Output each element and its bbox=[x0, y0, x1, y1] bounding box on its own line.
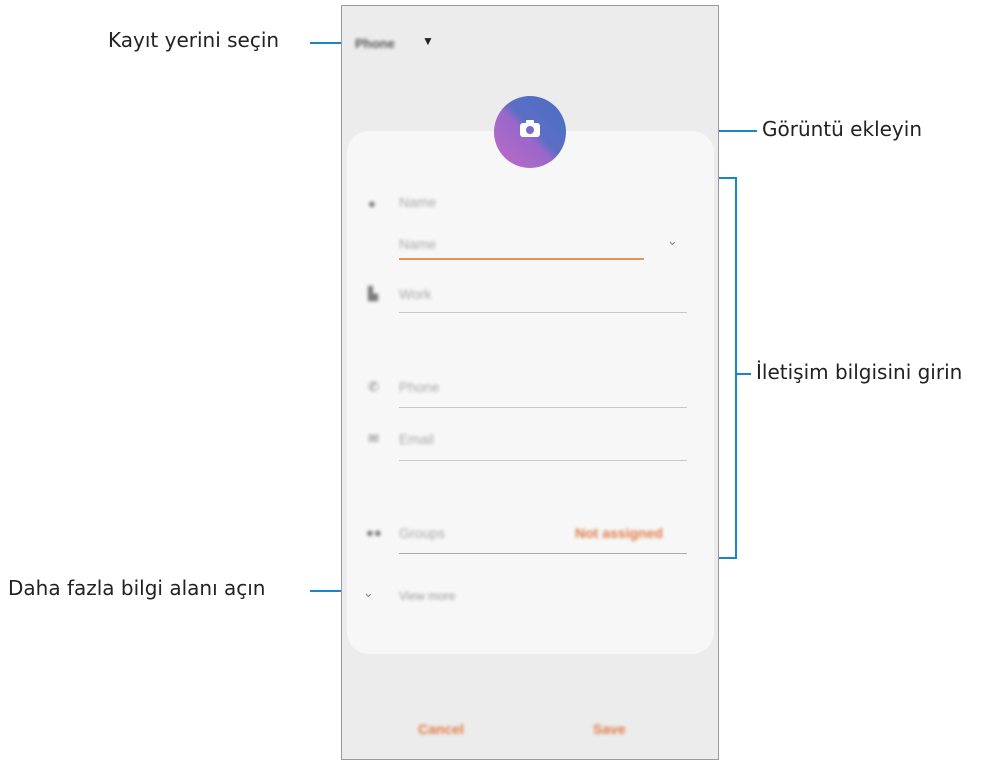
view-more-link[interactable]: View more bbox=[399, 589, 455, 603]
callout-contact-info: İletişim bilgisini girin bbox=[756, 360, 963, 384]
email-input[interactable]: Email bbox=[399, 431, 434, 447]
cancel-button[interactable]: Cancel bbox=[418, 721, 464, 737]
callout-image: Görüntü ekleyin bbox=[762, 117, 922, 141]
camera-icon bbox=[520, 120, 540, 137]
groups-label: Groups bbox=[399, 525, 445, 541]
work-input[interactable]: Work bbox=[399, 286, 431, 302]
contact-form-card: ● Name Name ⌄ ▙ Work ✆ Phone ✉ Email ●● … bbox=[347, 131, 714, 654]
storage-selector[interactable]: Phone bbox=[355, 36, 395, 51]
phone-screen: Phone ▼ ● Name Name ⌄ ▙ Work ✆ Phone ✉ E… bbox=[341, 5, 719, 760]
building-icon: ▙ bbox=[368, 286, 378, 301]
work-underline bbox=[399, 312, 687, 313]
phone-underline bbox=[399, 407, 687, 408]
groups-value[interactable]: Not assigned bbox=[575, 525, 663, 541]
bracket-vertical bbox=[735, 177, 737, 559]
name-input-underline bbox=[399, 258, 644, 260]
person-icon: ● bbox=[368, 196, 376, 211]
callout-storage: Kayıt yerini seçin bbox=[108, 28, 280, 52]
name-input[interactable]: Name bbox=[399, 236, 436, 252]
save-button[interactable]: Save bbox=[593, 721, 626, 737]
groups-underline bbox=[399, 553, 687, 554]
phone-input[interactable]: Phone bbox=[399, 379, 439, 395]
add-image-button[interactable] bbox=[494, 96, 566, 168]
callout-more-fields: Daha fazla bilgi alanı açın bbox=[8, 576, 266, 600]
chevron-down-icon[interactable]: ⌄ bbox=[667, 233, 678, 249]
bracket-pointer bbox=[735, 373, 751, 375]
phone-icon: ✆ bbox=[368, 379, 379, 394]
groups-icon: ●● bbox=[366, 525, 382, 540]
email-icon: ✉ bbox=[368, 431, 379, 446]
name-label: Name bbox=[399, 194, 437, 210]
email-underline bbox=[399, 460, 687, 461]
expand-chevron-icon[interactable]: ⌄ bbox=[363, 585, 374, 601]
dropdown-arrow-icon[interactable]: ▼ bbox=[422, 34, 434, 48]
